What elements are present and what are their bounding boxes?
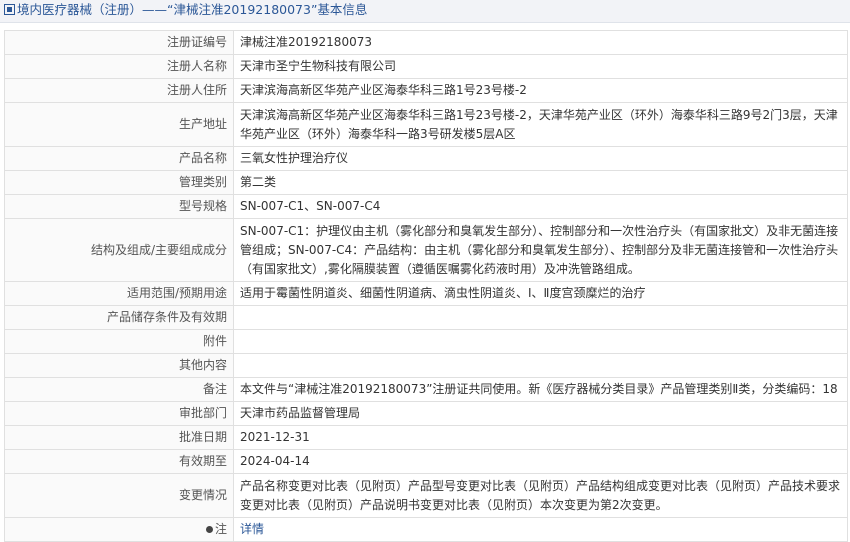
row-value [233, 353, 848, 378]
row-registration-number: 注册证编号 津械注准20192180073 [4, 30, 848, 55]
row-label: 有效期至 [4, 449, 234, 474]
row-value: 津械注准20192180073 [233, 30, 848, 55]
row-label: 产品名称 [4, 146, 234, 171]
row-label: 生产地址 [4, 102, 234, 147]
row-value: SN-007-C1、SN-007-C4 [233, 194, 848, 219]
row-scope-of-use: 适用范围/预期用途 适用于霉菌性阴道炎、细菌性阴道病、滴虫性阴道炎、Ⅰ、Ⅱ度宫颈… [4, 281, 848, 306]
row-registrant-name: 注册人名称 天津市圣宁生物科技有限公司 [4, 54, 848, 79]
row-approval-date: 批准日期 2021-12-31 [4, 425, 848, 450]
row-value: 产品名称变更对比表（见附页）产品型号变更对比表（见附页）产品结构组成变更对比表（… [233, 473, 848, 518]
page-title: 境内医疗器械（注册）——“津械注准20192180073”基本信息 [17, 2, 368, 17]
row-label: 注册证编号 [4, 30, 234, 55]
row-value: 适用于霉菌性阴道炎、细菌性阴道病、滴虫性阴道炎、Ⅰ、Ⅱ度宫颈糜烂的治疗 [233, 281, 848, 306]
row-value [233, 305, 848, 330]
row-production-address: 生产地址 天津滨海高新区华苑产业区海泰华科三路1号23号楼-2，天津华苑产业区（… [4, 102, 848, 147]
row-structure-composition: 结构及组成/主要组成成分 SN-007-C1：护理仪由主机（雾化部分和臭氧发生部… [4, 218, 848, 282]
row-attachments: 附件 [4, 329, 848, 354]
row-value: SN-007-C1：护理仪由主机（雾化部分和臭氧发生部分）、控制部分和一次性治疗… [233, 218, 848, 282]
document-icon [4, 4, 15, 15]
row-label: 审批部门 [4, 401, 234, 426]
row-label: 注 [4, 517, 234, 542]
row-label: 型号规格 [4, 194, 234, 219]
row-label: 变更情况 [4, 473, 234, 518]
row-value: 2024-04-14 [233, 449, 848, 474]
row-label: 批准日期 [4, 425, 234, 450]
row-label: 其他内容 [4, 353, 234, 378]
row-label: 结构及组成/主要组成成分 [4, 218, 234, 282]
row-management-category: 管理类别 第二类 [4, 170, 848, 195]
row-value: 天津市圣宁生物科技有限公司 [233, 54, 848, 79]
row-label: 备注 [4, 377, 234, 402]
row-label: 适用范围/预期用途 [4, 281, 234, 306]
pin-icon [205, 526, 213, 533]
row-value: 三氧女性护理治疗仪 [233, 146, 848, 171]
row-note: 注 详情 [4, 517, 848, 542]
note-label: 注 [214, 522, 227, 536]
row-label: 注册人住所 [4, 78, 234, 103]
row-value: 天津滨海高新区华苑产业区海泰华科三路1号23号楼-2，天津华苑产业区（环外）海泰… [233, 102, 848, 147]
row-value: 天津市药品监督管理局 [233, 401, 848, 426]
page-header: 境内医疗器械（注册）——“津械注准20192180073”基本信息 [0, 0, 850, 23]
row-value: 天津滨海高新区华苑产业区海泰华科三路1号23号楼-2 [233, 78, 848, 103]
row-product-name: 产品名称 三氧女性护理治疗仪 [4, 146, 848, 171]
row-label: 产品储存条件及有效期 [4, 305, 234, 330]
row-approval-department: 审批部门 天津市药品监督管理局 [4, 401, 848, 426]
row-valid-until: 有效期至 2024-04-14 [4, 449, 848, 474]
row-value: 2021-12-31 [233, 425, 848, 450]
row-storage-validity: 产品储存条件及有效期 [4, 305, 848, 330]
row-other-content: 其他内容 [4, 353, 848, 378]
row-value: 第二类 [233, 170, 848, 195]
details-link[interactable]: 详情 [240, 522, 264, 536]
row-label: 附件 [4, 329, 234, 354]
row-label: 注册人名称 [4, 54, 234, 79]
row-value: 本文件与“津械注准20192180073”注册证共同使用。新《医疗器械分类目录》… [233, 377, 848, 402]
row-value: 详情 [233, 517, 848, 542]
row-model-spec: 型号规格 SN-007-C1、SN-007-C4 [4, 194, 848, 219]
row-registrant-address: 注册人住所 天津滨海高新区华苑产业区海泰华科三路1号23号楼-2 [4, 78, 848, 103]
info-table: 注册证编号 津械注准20192180073 注册人名称 天津市圣宁生物科技有限公… [4, 30, 848, 542]
row-value [233, 329, 848, 354]
row-remarks: 备注 本文件与“津械注准20192180073”注册证共同使用。新《医疗器械分类… [4, 377, 848, 402]
row-label: 管理类别 [4, 170, 234, 195]
row-change-history: 变更情况 产品名称变更对比表（见附页）产品型号变更对比表（见附页）产品结构组成变… [4, 473, 848, 518]
